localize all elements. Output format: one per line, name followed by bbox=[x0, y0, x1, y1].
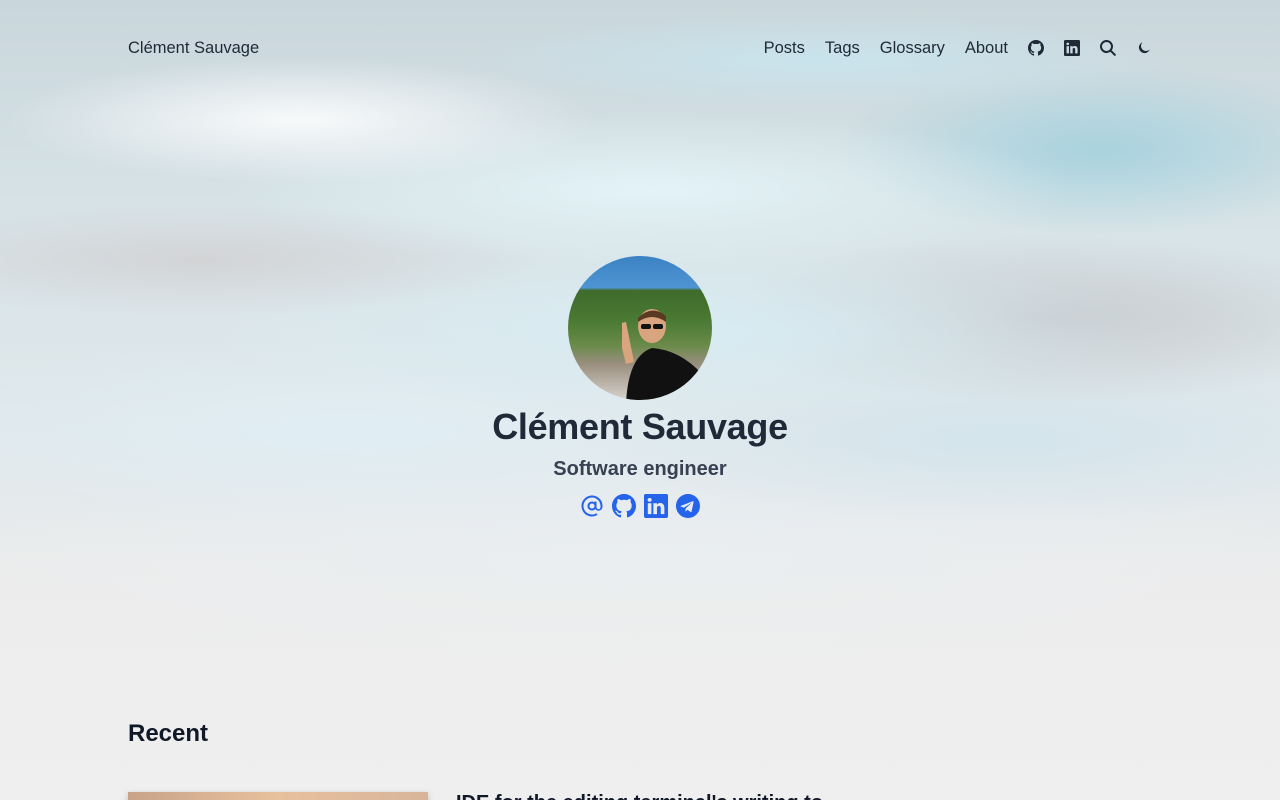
nav-tags[interactable]: Tags bbox=[825, 39, 860, 58]
site-brand-link[interactable]: Clément Sauvage bbox=[128, 39, 259, 58]
profile-avatar bbox=[568, 256, 712, 400]
github-icon[interactable] bbox=[1028, 40, 1044, 56]
telegram-icon[interactable] bbox=[676, 494, 700, 518]
post-title[interactable]: IDE for the editing terminal's writing t… bbox=[456, 792, 823, 800]
github-icon[interactable] bbox=[612, 494, 636, 518]
linkedin-icon[interactable] bbox=[644, 494, 668, 518]
email-icon[interactable] bbox=[580, 494, 604, 518]
recent-heading: Recent bbox=[128, 720, 209, 747]
nav-about[interactable]: About bbox=[965, 39, 1008, 58]
post-thumbnail[interactable] bbox=[128, 792, 428, 800]
nav-posts[interactable]: Posts bbox=[764, 39, 805, 58]
social-links bbox=[0, 494, 1280, 518]
linkedin-icon[interactable] bbox=[1064, 40, 1080, 56]
nav-glossary[interactable]: Glossary bbox=[880, 39, 945, 58]
profile-tagline: Software engineer bbox=[553, 458, 727, 480]
main-nav: Posts Tags Glossary About bbox=[764, 39, 1152, 58]
profile-name: Clément Sauvage bbox=[492, 406, 788, 447]
site-header: Clément Sauvage Posts Tags Glossary Abou… bbox=[128, 36, 1152, 60]
search-icon[interactable] bbox=[1100, 40, 1116, 56]
moon-icon[interactable] bbox=[1136, 40, 1152, 56]
background-fade bbox=[0, 500, 1280, 800]
avatar-photo bbox=[622, 309, 711, 400]
